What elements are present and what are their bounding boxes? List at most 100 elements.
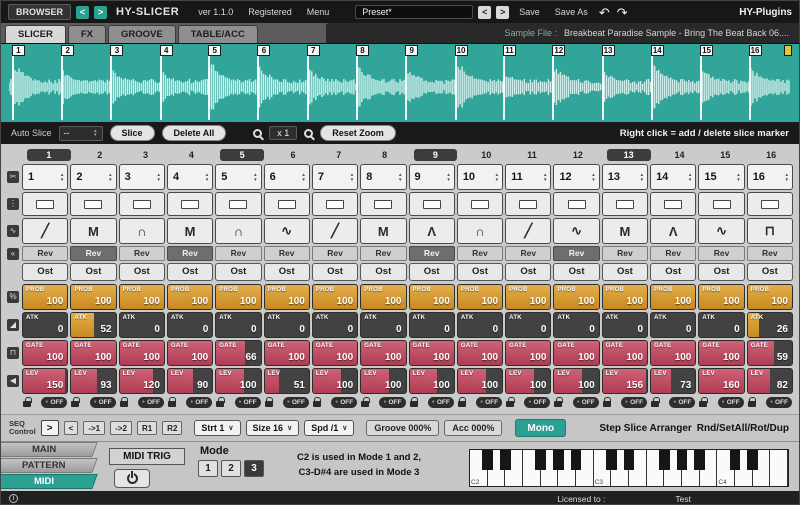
envelope-shape[interactable]: ∿	[263, 218, 310, 245]
atk-slider[interactable]: ATK 0	[456, 311, 504, 338]
stepper-arrows[interactable]: ▲ ▼	[253, 172, 257, 182]
envelope-shape[interactable]: Λ	[408, 218, 455, 245]
reverse-button[interactable]: Rev	[311, 246, 359, 262]
lev-slider[interactable]: LEV 100	[553, 367, 600, 394]
atk-slider[interactable]: ATK 0	[311, 311, 359, 338]
pan-slider-handle[interactable]	[132, 199, 151, 209]
slice-marker-flag[interactable]: 7	[306, 45, 320, 56]
pan-slider[interactable]	[698, 192, 745, 217]
waveform-display[interactable]: 1 2 3 4 5 6 7 8 9 10 11 12 13 14 15 16	[1, 43, 799, 122]
lock-icon[interactable]	[216, 397, 225, 408]
offset-select[interactable]: Ost	[263, 263, 310, 282]
direction-select[interactable]: >	[40, 420, 59, 436]
atk-slider[interactable]: ATK 0	[698, 311, 745, 338]
gate-slider[interactable]: GATE 100	[311, 339, 359, 366]
slice-select[interactable]: 6 ▲ ▼	[263, 164, 310, 191]
offset-select[interactable]: Ost	[746, 263, 793, 282]
speed-select[interactable]: Spd /1 ∨	[304, 420, 355, 436]
slice-marker-flag[interactable]: 6	[257, 45, 271, 56]
gate-slider[interactable]: GATE 100	[408, 339, 455, 366]
atk-slider[interactable]: ATK 0	[650, 311, 697, 338]
offset-select[interactable]: Ost	[311, 263, 359, 282]
to2-button[interactable]: ->2	[110, 421, 132, 435]
lock-icon[interactable]	[457, 397, 467, 408]
pan-slider[interactable]	[553, 192, 600, 217]
off-toggle[interactable]: ● OFF	[89, 397, 116, 409]
pan-slider[interactable]	[456, 192, 504, 217]
lock-icon[interactable]	[409, 397, 418, 408]
lock-icon[interactable]	[554, 397, 563, 408]
atk-slider[interactable]: ATK 0	[215, 311, 262, 338]
side-tab-midi[interactable]: MIDI	[1, 474, 98, 489]
prob-slider[interactable]: PROB 100	[650, 283, 697, 310]
envelope-shape[interactable]: Λ	[650, 218, 697, 245]
slice-select[interactable]: 14 ▲ ▼	[650, 164, 697, 191]
pan-slider-handle[interactable]	[374, 199, 393, 209]
stepper-arrows[interactable]: ▲ ▼	[736, 172, 740, 182]
to1-button[interactable]: ->1	[83, 421, 106, 435]
slice-select[interactable]: 7 ▲ ▼	[311, 164, 359, 191]
side-tab-main[interactable]: MAIN	[1, 442, 98, 457]
atk-slider[interactable]: ATK 0	[360, 311, 407, 338]
offset-select[interactable]: Ost	[698, 263, 745, 282]
pan-slider-handle[interactable]	[519, 199, 538, 209]
prob-slider[interactable]: PROB 100	[311, 283, 359, 310]
offset-select[interactable]: Ost	[553, 263, 600, 282]
pan-slider-handle[interactable]	[84, 199, 103, 209]
reverse-button[interactable]: Rev	[698, 246, 745, 262]
info-icon[interactable]: i	[9, 494, 18, 503]
pan-slider-handle[interactable]	[615, 199, 634, 209]
reverse-button[interactable]: Rev	[118, 246, 165, 262]
off-toggle[interactable]: ● OFF	[572, 397, 599, 409]
envelope-shape[interactable]: ⊓	[746, 218, 793, 245]
black-key[interactable]	[747, 450, 759, 470]
off-toggle[interactable]: ● OFF	[282, 397, 309, 409]
lock-icon[interactable]	[651, 397, 660, 408]
size-select[interactable]: Size 16 ∨	[245, 420, 300, 436]
lev-slider[interactable]: LEV 73	[650, 367, 697, 394]
stepper-arrows[interactable]: ▲ ▼	[301, 172, 305, 182]
lock-icon[interactable]	[602, 397, 612, 408]
offset-select[interactable]: Ost	[22, 263, 69, 282]
acc-amount[interactable]: Acc 000%	[444, 420, 503, 436]
slice-select[interactable]: 15 ▲ ▼	[698, 164, 745, 191]
prob-slider[interactable]: PROB 100	[118, 283, 165, 310]
prob-slider[interactable]: PROB 100	[22, 283, 69, 310]
envelope-shape[interactable]: ∿	[553, 218, 600, 245]
slice-marker-flag[interactable]: 15	[700, 45, 714, 56]
atk-slider[interactable]: ATK 26	[746, 311, 793, 338]
lock-icon[interactable]	[312, 397, 322, 408]
gate-slider[interactable]: GATE 100	[166, 339, 214, 366]
stepper-arrows[interactable]: ▲ ▼	[156, 172, 160, 182]
slice-select[interactable]: 2 ▲ ▼	[70, 164, 117, 191]
reverse-button[interactable]: Rev	[215, 246, 262, 262]
lev-slider[interactable]: LEV 156	[601, 367, 649, 394]
slice-marker-flag[interactable]: 14	[650, 45, 664, 56]
lock-icon[interactable]	[119, 397, 129, 408]
menu-button[interactable]: Menu	[302, 5, 335, 19]
slice-select[interactable]: 9 ▲ ▼	[408, 164, 455, 191]
offset-select[interactable]: Ost	[456, 263, 504, 282]
slice-select[interactable]: 5 ▲ ▼	[215, 164, 262, 191]
mono-button[interactable]: Mono	[515, 419, 567, 437]
gate-slider[interactable]: GATE 100	[650, 339, 697, 366]
step-slice-arranger-button[interactable]: Step Slice Arranger	[599, 423, 691, 434]
mode-2-button[interactable]: 2	[221, 460, 241, 477]
pan-slider-handle[interactable]	[422, 199, 441, 209]
pan-slider[interactable]	[505, 192, 552, 217]
lev-slider[interactable]: LEV 160	[698, 367, 745, 394]
prob-slider[interactable]: PROB 100	[601, 283, 649, 310]
pan-slider-handle[interactable]	[326, 199, 345, 209]
lev-slider[interactable]: LEV 100	[360, 367, 407, 394]
envelope-shape[interactable]: M	[70, 218, 117, 245]
lev-slider[interactable]: LEV 100	[408, 367, 455, 394]
lev-slider[interactable]: LEV 100	[311, 367, 359, 394]
keyboard[interactable]: C2 C3 C4	[469, 449, 789, 487]
stepper-arrows[interactable]: ▲ ▼	[543, 172, 547, 182]
off-toggle[interactable]: ● OFF	[669, 397, 696, 409]
reverse-button[interactable]: Rev	[505, 246, 552, 262]
gate-slider[interactable]: GATE 100	[505, 339, 552, 366]
lev-slider[interactable]: LEV 82	[746, 367, 793, 394]
step-back-button[interactable]: <	[63, 421, 79, 435]
reverse-button[interactable]: Rev	[360, 246, 407, 262]
